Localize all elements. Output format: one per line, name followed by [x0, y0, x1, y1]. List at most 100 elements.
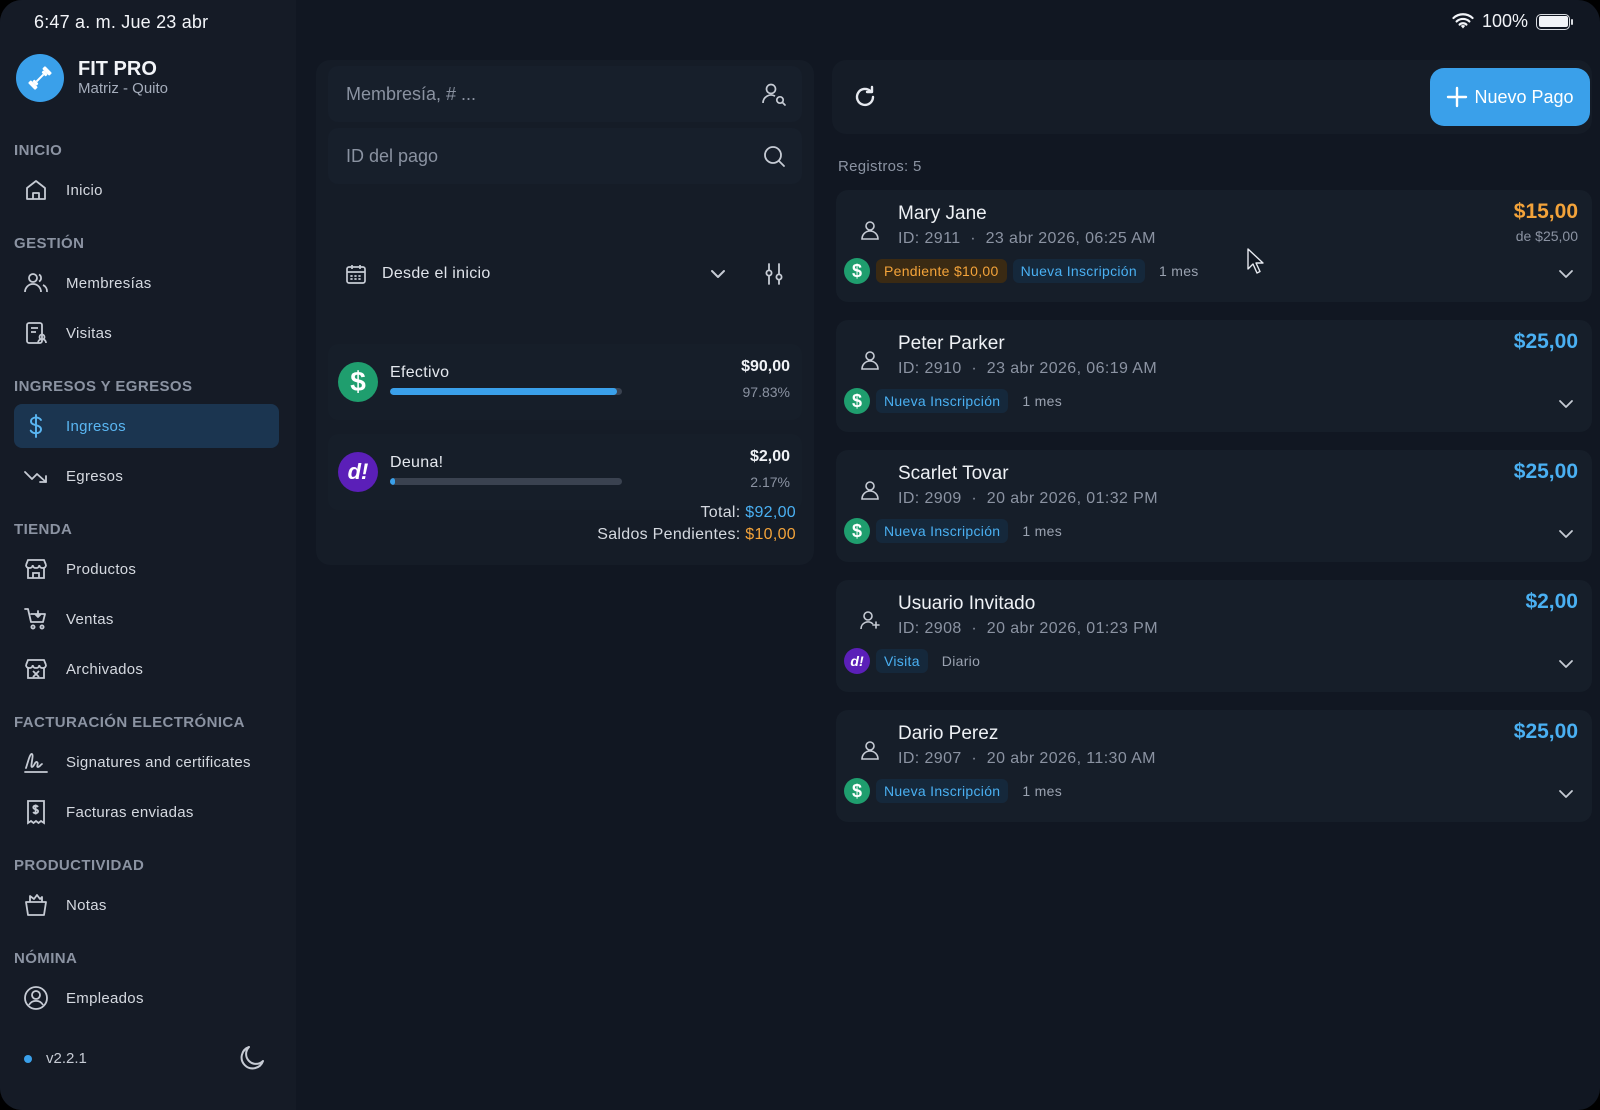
payment-id: ID: 2911 — [898, 230, 961, 247]
pending-label: Saldos Pendientes: — [597, 526, 741, 543]
refresh-icon[interactable] — [846, 78, 884, 116]
moon-icon[interactable] — [236, 1040, 270, 1074]
payment-amount: $15,00 — [1513, 200, 1578, 223]
trend-down-icon — [22, 462, 50, 490]
payment-method-deuna: d! Deuna! $2,00 2.17% — [328, 434, 802, 510]
wifi-icon — [1452, 12, 1474, 28]
payment-date: 20 abr 2026, 01:32 PM — [986, 490, 1158, 507]
cart-icon — [22, 605, 50, 633]
branch-name: Matriz - Quito — [78, 80, 169, 97]
payments-toolbar: Nuevo Pago — [832, 60, 1592, 134]
app-version: v2.2.1 — [24, 1050, 87, 1067]
payment-card[interactable]: Usuario Invitado ID: 2908 · 20 abr 2026, … — [836, 580, 1592, 692]
method-share-bar — [390, 388, 622, 395]
payment-period: 1 mes — [1022, 783, 1063, 799]
sidebar-item-productos[interactable]: Productos — [14, 547, 279, 591]
plus-icon — [1447, 86, 1468, 108]
battery-icon — [1536, 13, 1573, 30]
payment-id: ID: 2908 — [898, 620, 962, 637]
sidebar-item-signatures[interactable]: Signatures and certificates — [14, 740, 279, 784]
notes-icon — [22, 891, 50, 919]
guest-user-icon — [850, 600, 890, 640]
payment-date: 23 abr 2026, 06:19 AM — [986, 360, 1158, 377]
filter-settings-icon[interactable] — [756, 256, 792, 292]
sidebar-item-egresos[interactable]: Egresos — [14, 454, 279, 498]
payment-card[interactable]: Mary Jane ID: 2911 · 23 abr 2026, 06:25 A… — [836, 190, 1592, 302]
payment-card[interactable]: Peter Parker ID: 2910 · 23 abr 2026, 06:1… — [836, 320, 1592, 432]
chevron-down-icon[interactable] — [1556, 524, 1576, 544]
method-percent: 97.83% — [742, 384, 790, 400]
method-amount: $2,00 — [749, 448, 790, 465]
records-count: Registros: 5 — [838, 158, 922, 175]
payment-amount: $25,00 — [1513, 460, 1578, 483]
totals: Total: $92,00 Saldos Pendientes: $10,00 — [597, 502, 796, 546]
payment-id-input[interactable] — [328, 145, 754, 167]
sidebar-item-label: Ingresos — [66, 417, 126, 435]
store-icon — [22, 555, 50, 583]
sidebar-item-ventas[interactable]: Ventas — [14, 597, 279, 641]
date-range-select[interactable]: Desde el inicio — [328, 250, 728, 298]
sidebar-item-inicio[interactable]: Inicio — [14, 168, 279, 212]
sidebar-item-ingresos[interactable]: Ingresos — [14, 404, 279, 448]
method-amount: $90,00 — [741, 358, 790, 375]
new-payment-button[interactable]: Nuevo Pago — [1430, 68, 1590, 126]
dollar-icon — [22, 412, 50, 440]
member-name: Scarlet Tovar — [898, 463, 1009, 484]
payment-amount: $2,00 — [1525, 590, 1578, 613]
sidebar-item-visitas[interactable]: Visitas — [14, 311, 279, 355]
payment-tags: $ Pendiente $10,00 Nueva Inscripción 1 mes — [844, 258, 1207, 284]
mouse-cursor-icon — [1247, 248, 1264, 274]
dollar-icon: $ — [844, 258, 870, 284]
payment-card[interactable]: Dario Perez ID: 2907 · 20 abr 2026, 11:30… — [836, 710, 1592, 822]
new-payment-label: Nuevo Pago — [1474, 86, 1574, 107]
dollar-icon: $ — [844, 388, 870, 414]
member-name: Peter Parker — [898, 333, 1005, 354]
chevron-down-icon[interactable] — [1556, 264, 1576, 284]
section-nomina: NÓMINA — [14, 950, 78, 967]
payment-type-badge: Nueva Inscripción — [1012, 259, 1145, 283]
payment-tags: d! Visita Diario — [844, 648, 988, 674]
payment-id-field — [328, 128, 802, 184]
app-window: 6:47 a. m. Jue 23 abr 100% FIT PRO Matri… — [0, 0, 1600, 1110]
membership-search-input[interactable] — [328, 83, 754, 105]
sidebar-item-membresias[interactable]: Membresías — [14, 261, 279, 305]
version-text: v2.2.1 — [46, 1050, 87, 1067]
users-icon — [22, 269, 50, 297]
chevron-down-icon[interactable] — [1556, 784, 1576, 804]
payment-tags: $ Nueva Inscripción 1 mes — [844, 388, 1070, 414]
sidebar-item-label: Facturas enviadas — [66, 803, 194, 821]
version-dot — [24, 1054, 32, 1063]
dollar-icon: $ — [844, 518, 870, 544]
status-bar: 6:47 a. m. Jue 23 abr 100% — [0, 0, 1600, 44]
sidebar-item-label: Egresos — [66, 467, 124, 485]
sidebar-item-archivados[interactable]: Archivados — [14, 647, 279, 691]
filters-panel: Desde el inicio $ Efectivo $90,00 97.83%… — [316, 60, 814, 565]
user-search-icon[interactable] — [754, 74, 794, 114]
method-name: Efectivo — [390, 364, 450, 381]
search-icon[interactable] — [754, 136, 794, 176]
payment-type-badge: Nueva Inscripción — [876, 779, 1009, 803]
payment-date: 20 abr 2026, 01:23 PM — [986, 620, 1158, 637]
sidebar-item-label: Ventas — [66, 610, 114, 628]
payment-method-cash: $ Efectivo $90,00 97.83% — [328, 344, 802, 420]
payment-meta: ID: 2910 · 23 abr 2026, 06:19 AM — [898, 360, 1158, 377]
deuna-icon: d! — [338, 452, 378, 492]
employee-icon — [22, 984, 50, 1012]
sidebar-item-label: Archivados — [66, 660, 144, 678]
payment-period: 1 mes — [1022, 393, 1063, 409]
user-icon — [850, 470, 890, 510]
member-name: Mary Jane — [898, 203, 987, 224]
dumbbell-logo-icon — [16, 54, 64, 102]
chevron-down-icon[interactable] — [1556, 394, 1576, 414]
payment-meta: ID: 2908 · 20 abr 2026, 01:23 PM — [898, 620, 1158, 637]
method-share-bar — [390, 478, 622, 485]
member-name: Usuario Invitado — [898, 593, 1036, 614]
payment-card[interactable]: Scarlet Tovar ID: 2909 · 20 abr 2026, 01:… — [836, 450, 1592, 562]
sidebar: FIT PRO Matriz - Quito INICIO Inicio GES… — [0, 0, 296, 1110]
sidebar-item-empleados[interactable]: Empleados — [14, 976, 279, 1020]
status-time: 6:47 a. m. Jue 23 abr — [34, 12, 209, 32]
dollar-icon: $ — [338, 362, 378, 402]
chevron-down-icon[interactable] — [1556, 654, 1576, 674]
sidebar-item-facturas-enviadas[interactable]: Facturas enviadas — [14, 790, 279, 834]
sidebar-item-notas[interactable]: Notas — [14, 883, 279, 927]
